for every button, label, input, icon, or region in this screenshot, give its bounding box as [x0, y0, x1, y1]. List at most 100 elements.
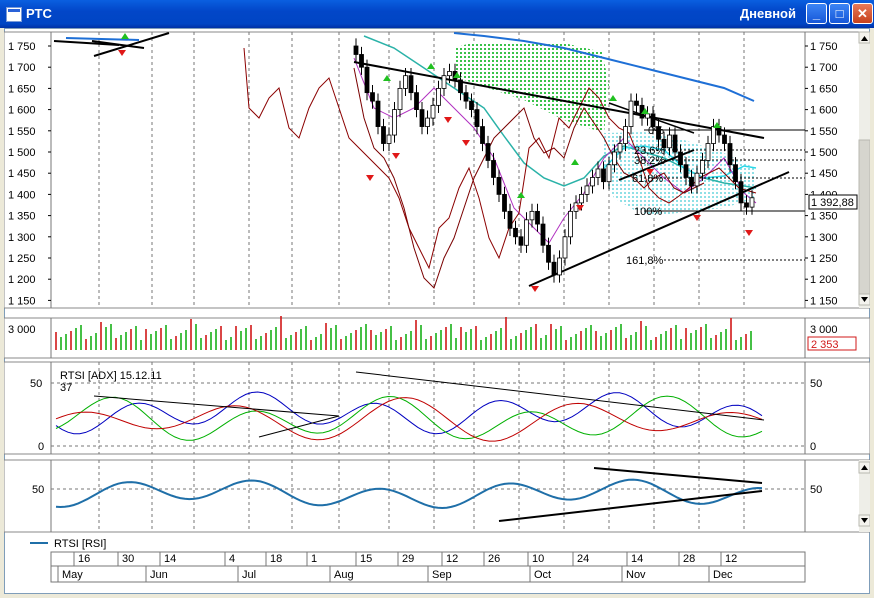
axis-day-label: 4: [229, 553, 235, 565]
axis-month-label: Jul: [242, 569, 256, 581]
candle-body: [403, 75, 408, 89]
candle-body: [601, 168, 606, 183]
candle-body: [364, 66, 370, 94]
volume-last-value: 2 353: [811, 339, 839, 351]
candle-body: [430, 104, 436, 119]
candle-body: [738, 181, 744, 204]
candle-body: [612, 151, 617, 166]
price-tick-right: 1 150: [810, 295, 838, 307]
close-button[interactable]: ✕: [852, 3, 873, 24]
price-tick-right: 1 500: [810, 147, 838, 159]
candle-body: [606, 164, 612, 183]
adx-tick-0-left: 0: [38, 441, 44, 453]
candle-body: [711, 126, 716, 144]
fib-label-618: 61,8%: [632, 173, 663, 185]
rsi-legend-label: RTSI [RSI]: [54, 538, 106, 550]
candle-body: [414, 92, 419, 110]
window-title: РТС: [26, 6, 52, 21]
price-tick-left: 1 650: [8, 83, 36, 95]
candle-body: [474, 109, 480, 127]
price-tick-left: 1 150: [8, 295, 36, 307]
axis-month-label: Aug: [334, 569, 354, 581]
volume-panel: 3 000 3 000 2 353: [4, 316, 870, 359]
axis-day-label: 18: [270, 553, 282, 565]
axis-month-label: Jun: [150, 569, 168, 581]
adx-tick-50-left: 50: [30, 378, 42, 390]
price-tick-right: 1 750: [810, 41, 838, 53]
axis-day-label: 16: [78, 553, 90, 565]
candle-body: [595, 168, 601, 178]
candle-body: [463, 92, 469, 102]
axis-day-label: 15: [360, 553, 372, 565]
candle-body: [590, 177, 595, 187]
candle-body: [628, 100, 634, 127]
candle-body: [694, 172, 700, 187]
candle-body: [480, 126, 485, 144]
candle-body: [386, 134, 392, 144]
maximize-button[interactable]: □: [829, 3, 850, 24]
candle-body: [441, 75, 447, 89]
candle-body: [436, 88, 441, 106]
candle-body: [700, 160, 705, 174]
adx-tick-50-right: 50: [810, 378, 822, 390]
price-panel: 1 750 1 700 1 650 1 600 1 550 1 500 1 450 1 400…: [4, 31, 870, 309]
candle-body: [579, 193, 584, 204]
axis-month-label: Nov: [626, 569, 646, 581]
candle-body: [667, 134, 672, 149]
axis-day-label: 29: [402, 553, 414, 565]
volume-axis-top-left: 3 000: [8, 324, 36, 336]
candle-body: [408, 75, 414, 94]
candle-body: [502, 193, 507, 212]
price-tick-left: 1 400: [8, 189, 36, 201]
price-tick-right: 1 200: [810, 274, 838, 286]
rsi-tick-50-right: 50: [810, 484, 822, 496]
price-tick-right: 1 650: [810, 83, 838, 95]
window-icon: [6, 7, 22, 22]
candle-body: [507, 210, 513, 229]
axis-day-label: 26: [488, 553, 500, 565]
candle-body: [672, 134, 678, 153]
price-tick-right: 1 700: [810, 62, 838, 74]
candle-body: [375, 100, 381, 127]
candle-body: [568, 210, 573, 238]
axis-day-label: 10: [532, 553, 544, 565]
candle-body: [529, 210, 535, 221]
candle-body: [744, 202, 749, 208]
candle-body: [397, 88, 403, 111]
axis-month-label: Sep: [432, 569, 452, 581]
axis-month-label: Oct: [534, 569, 551, 581]
rsi-panel: 50 50: [4, 459, 870, 533]
candle-body: [513, 227, 518, 238]
candle-body: [733, 164, 738, 183]
price-tick-left: 1 250: [8, 253, 36, 265]
candle-body: [650, 113, 656, 127]
minimize-button[interactable]: _: [806, 3, 827, 24]
candle-body: [727, 143, 733, 166]
adx-tick-0-right: 0: [810, 441, 816, 453]
price-tick-right: 1 550: [810, 126, 838, 138]
candle-body: [749, 197, 755, 208]
candle-body: [496, 177, 502, 195]
axis-day-label: 14: [164, 553, 176, 565]
candle-body: [551, 261, 557, 276]
price-tick-right: 1 450: [810, 168, 838, 180]
candle-body: [447, 71, 452, 77]
candle-body: [392, 109, 397, 136]
axis-day-label: 24: [577, 553, 589, 565]
price-tick-left: 1 700: [8, 62, 36, 74]
candle-body: [518, 236, 524, 246]
fib-label-100: 100%: [634, 206, 662, 218]
candle-body: [491, 160, 496, 178]
price-scroll-thumb[interactable]: [858, 139, 870, 299]
axis-day-label: 28: [683, 553, 695, 565]
candle-body: [573, 202, 579, 212]
candle-body: [661, 138, 667, 149]
candle-body: [425, 117, 430, 127]
candle-body: [535, 210, 540, 225]
axis-day-label: 12: [446, 553, 458, 565]
last-price-value: 1 392,88: [811, 197, 854, 209]
axis-day-label: 12: [725, 553, 737, 565]
price-tick-right: 1 300: [810, 232, 838, 244]
candle-body: [683, 164, 689, 178]
axis-day-label: 30: [122, 553, 134, 565]
